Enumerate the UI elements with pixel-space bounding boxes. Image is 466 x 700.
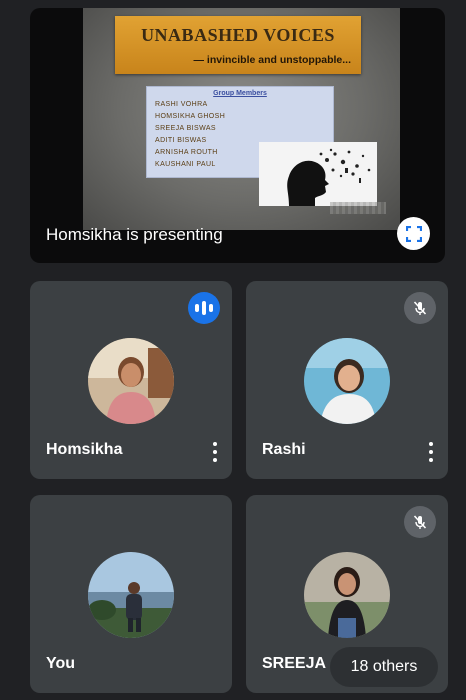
member-name: RASHI VOHRA	[155, 101, 208, 108]
member-name: ARNISHA ROUTH	[155, 149, 218, 156]
mic-off-icon	[404, 506, 436, 538]
avatar	[304, 552, 390, 638]
participant-tile-homsikha[interactable]: Homsikha	[30, 281, 232, 479]
presentation-panel: UNABASHED VOICES — invincible and unstop…	[30, 8, 445, 263]
participant-tile-rashi[interactable]: Rashi	[246, 281, 448, 479]
more-options-icon[interactable]	[212, 442, 218, 462]
member-name: HOMSIKHA GHOSH	[155, 113, 226, 120]
member-name: KAUSHANI PAUL	[155, 161, 216, 168]
shared-slide: UNABASHED VOICES — invincible and unstop…	[83, 8, 400, 230]
slide-subtitle: — invincible and unstoppable...	[193, 54, 351, 66]
members-heading: Group Members	[213, 90, 267, 97]
slide-title-box: UNABASHED VOICES — invincible and unstop…	[115, 16, 361, 74]
fullscreen-button[interactable]	[397, 217, 430, 250]
mic-off-icon	[404, 292, 436, 324]
member-name: SREEJA BISWAS	[155, 125, 216, 132]
participant-name: Homsikha	[46, 441, 123, 458]
participant-name: You	[46, 655, 76, 672]
audio-level-icon	[188, 292, 220, 324]
silhouette-illustration	[259, 142, 377, 206]
participant-tile-you[interactable]: You	[30, 495, 232, 693]
fullscreen-icon	[405, 225, 422, 242]
presenting-label: Homsikha is presenting	[46, 225, 223, 244]
participant-name: Rashi	[262, 441, 306, 458]
slide-footnote	[330, 202, 386, 214]
more-options-icon[interactable]	[428, 442, 434, 462]
member-name: ADITI BISWAS	[155, 137, 207, 144]
slide-title: UNABASHED VOICES	[141, 25, 335, 45]
avatar	[88, 552, 174, 638]
avatar	[88, 338, 174, 424]
participant-name: SREEJA	[262, 655, 327, 672]
others-count-chip[interactable]: 18 others	[330, 647, 438, 687]
avatar	[304, 338, 390, 424]
